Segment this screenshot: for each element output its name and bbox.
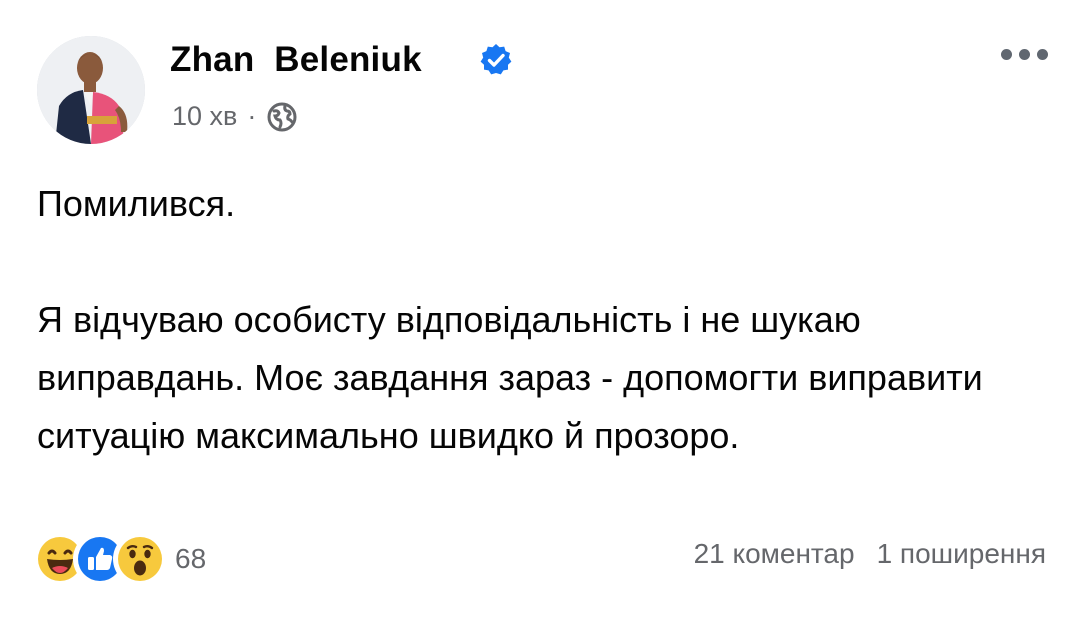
author-name[interactable]: Zhan Beleniuk <box>170 36 422 84</box>
reaction-count: 68 <box>175 543 207 574</box>
globe-icon <box>267 102 297 132</box>
post-text: Помилився. Я відчуваю особисту відповіда… <box>37 175 1047 465</box>
comments-count[interactable]: 21 коментар <box>694 538 855 570</box>
wow-reaction-icon <box>113 532 167 586</box>
post-paragraph: Я відчуваю особисту відповідальність і н… <box>37 299 983 456</box>
shares-count[interactable]: 1 поширення <box>877 538 1046 570</box>
author-avatar[interactable] <box>37 36 145 144</box>
post-time[interactable]: 10 хв <box>172 101 237 132</box>
reactions-summary[interactable]: 68 <box>33 530 206 588</box>
meta-separator: · <box>247 100 257 131</box>
engagement-counts: 21 коментар 1 поширення <box>694 538 1046 570</box>
more-options-icon[interactable] <box>992 36 1056 72</box>
avatar-photo <box>37 36 145 144</box>
verified-badge-icon <box>480 44 512 75</box>
post-meta: 10 хв · <box>172 96 298 136</box>
post-paragraph: Помилився. <box>37 183 236 224</box>
